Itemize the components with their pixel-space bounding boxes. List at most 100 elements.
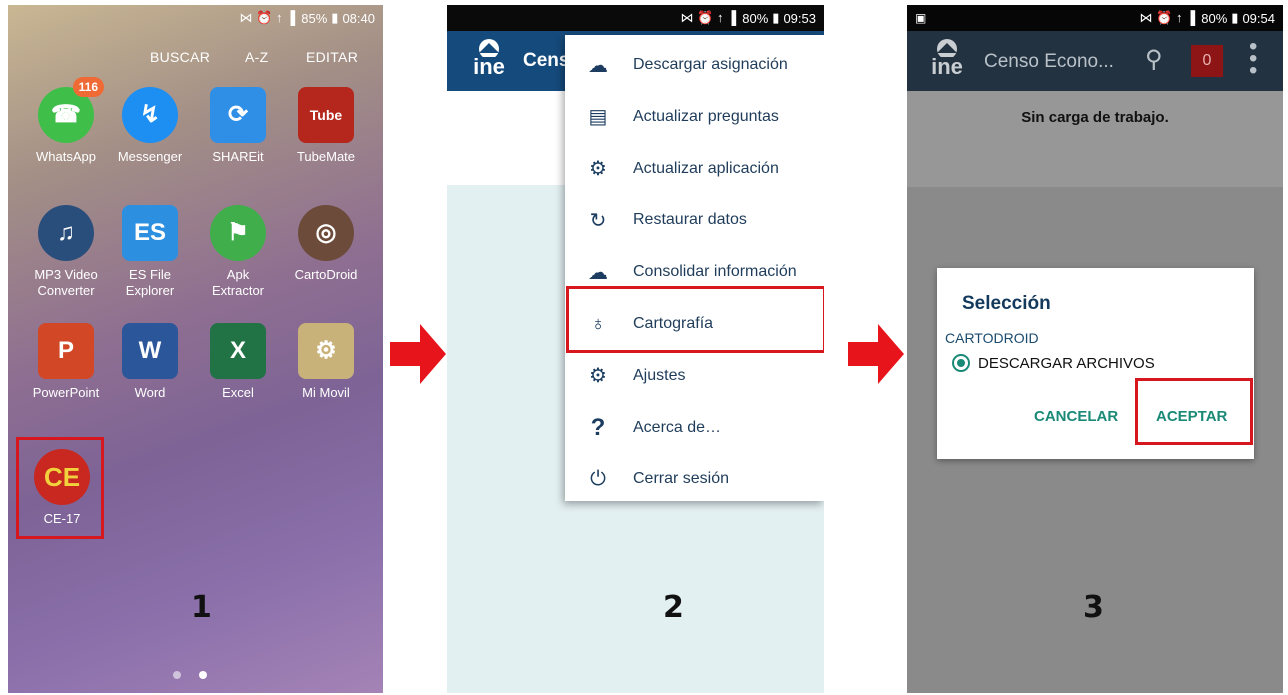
more-vert-icon[interactable]: • • • [1249,35,1259,83]
menu-item-label: Ajustes [633,366,686,384]
menu-item[interactable]: ⚙ Actualizar aplicación [565,143,824,195]
status-icons: ⋈ ⏰ ↑ ▐ [239,10,296,25]
edit-button[interactable]: EDITAR [306,49,358,65]
app-messenger[interactable]: ↯ Messenger [106,87,194,165]
app-cartodroid[interactable]: ◎ CartoDroid [282,205,370,283]
clock: 09:53 [783,10,816,26]
shareit-icon: ⟳ [210,87,266,143]
app-menu-panel: ⋈ ⏰ ↑ ▐ 80% ▮ 09:53 ine Cens ☁ Descargar … [447,5,824,693]
es-file-explorer-icon: ES [122,205,178,261]
page-dot-active[interactable] [199,671,207,679]
app-label: WhatsApp [36,149,96,164]
app-label: CartoDroid [294,267,358,282]
clipboard-sync-icon: ▤ [588,106,608,129]
status-icons: ⋈ ⏰ ↑ ▐ [1139,10,1196,25]
radio-option-label: DESCARGAR ARCHIVOS [978,354,1155,372]
app-es-file-explorer[interactable]: ES ES File Explorer [106,205,194,299]
counter-badge[interactable]: 0 [1191,45,1223,77]
app-mp3-video-converter[interactable]: ♫ MP3 Video Converter [22,205,110,299]
app-title: Censo Econo... [984,51,1114,72]
messenger-icon: ↯ [122,87,178,143]
battery-level: 80% [1201,10,1228,26]
menu-item-label: Actualizar preguntas [633,107,779,125]
step-number: 1 [191,590,212,625]
workload-bar: Sin carga de trabajo. [907,91,1283,187]
search-icon[interactable]: ⚲ [1145,45,1163,74]
word-icon: W [122,323,178,379]
app-powerpoint[interactable]: P PowerPoint [22,323,110,401]
clock: 08:40 [342,10,375,26]
clock: 09:54 [1242,10,1275,26]
page-dot[interactable] [173,671,181,679]
battery-level: 80% [742,10,769,26]
menu-item[interactable]: ⏻ Cerrar sesión [565,453,824,505]
powerpoint-icon: P [38,323,94,379]
apk-extractor-icon: ⚑ [210,205,266,261]
app-bar: ine Censo Econo... ⚲ 0 • • • [907,31,1283,91]
search-button[interactable]: BUSCAR [150,49,210,65]
excel-icon: X [210,323,266,379]
radio-option[interactable]: DESCARGAR ARCHIVOS [952,354,1155,372]
gear-icon: ⚙ [589,365,607,388]
section-label: CARTODROID [945,330,1039,346]
menu-item[interactable]: ↻ Restaurar datos [565,194,824,246]
menu-item[interactable]: ☁ Descargar asignación [565,39,824,91]
cloud-upload-icon: ☁ [588,261,608,284]
menu-item-label: Acerca de… [633,418,722,436]
app-label: Mi Movil [302,385,350,400]
mp3-converter-icon: ♫ [38,205,94,261]
sort-az-button[interactable]: A-Z [245,49,268,65]
whatsapp-icon: ☎ 116 [38,77,104,143]
app-label: Word [134,385,166,400]
app-label: ES File Explorer [125,267,175,298]
arrow-right-icon [848,324,904,384]
battery-icon: ▮ [772,10,780,25]
status-bar: ⋈ ⏰ ↑ ▐ 85% ▮ 08:40 [8,5,383,31]
app-mi-movil[interactable]: ⚙ Mi Movil [282,323,370,401]
app-shareit[interactable]: ⟳ SHAREit [194,87,282,165]
status-bar: ▣ ⋈ ⏰ ↑ ▐ 80% ▮ 09:54 [907,5,1283,31]
home-screen-panel: ⋈ ⏰ ↑ ▐ 85% ▮ 08:40 BUSCAR A-Z EDITAR ☎ 1… [8,5,383,693]
app-excel[interactable]: X Excel [194,323,282,401]
dialog-title: Selección [962,293,1051,314]
menu-item-label: Cerrar sesión [633,470,730,488]
battery-icon: ▮ [331,10,339,25]
menu-item[interactable]: ▤ Actualizar preguntas [565,91,824,143]
app-title: Cens [523,50,570,71]
app-word[interactable]: W Word [106,323,194,401]
selection-dialog-panel: ▣ ⋈ ⏰ ↑ ▐ 80% ▮ 09:54 ine Censo Econo...… [907,5,1283,693]
step-number: 2 [663,590,684,625]
app-label: TubeMate [296,149,356,164]
app-label: Apk Extractor [211,267,264,298]
page-indicator[interactable] [173,671,207,679]
power-icon: ⏻ [590,467,606,490]
app-label: Excel [222,385,254,400]
cartodroid-icon: ◎ [298,205,354,261]
app-label: SHAREit [212,149,264,164]
battery-icon: ▮ [1231,10,1239,25]
screenshot-icon: ▣ [915,11,927,25]
ine-logo: ine [927,37,967,79]
menu-item-label: Restaurar datos [633,211,747,229]
question-icon: ? [590,413,606,441]
cancel-button[interactable]: CANCELAR [1034,408,1118,425]
step-number: 3 [1083,590,1104,625]
app-label: MP3 Video Converter [34,267,98,298]
highlight-aceptar [1135,378,1253,445]
menu-item[interactable]: ⚙ Ajustes [565,350,824,402]
status-bar: ⋈ ⏰ ↑ ▐ 80% ▮ 09:53 [447,5,824,31]
app-whatsapp[interactable]: ☎ 116 WhatsApp [22,77,110,165]
app-apk-extractor[interactable]: ⚑ Apk Extractor [194,205,282,299]
menu-item-label: Actualizar aplicación [633,159,779,177]
radio-selected-icon[interactable] [952,354,970,372]
menu-item-label: Consolidar información [633,263,797,281]
app-label: Messenger [117,149,183,164]
highlight-cartografia [566,286,824,353]
tubemate-icon: Tube [298,87,354,143]
app-tubemate[interactable]: Tube TubeMate [282,87,370,165]
app-glyph: ☎ [51,101,81,128]
menu-item[interactable]: ? Acerca de… [565,402,824,454]
battery-level: 85% [301,10,328,26]
ine-logo: ine [469,37,509,79]
highlight-ce17 [16,437,104,539]
